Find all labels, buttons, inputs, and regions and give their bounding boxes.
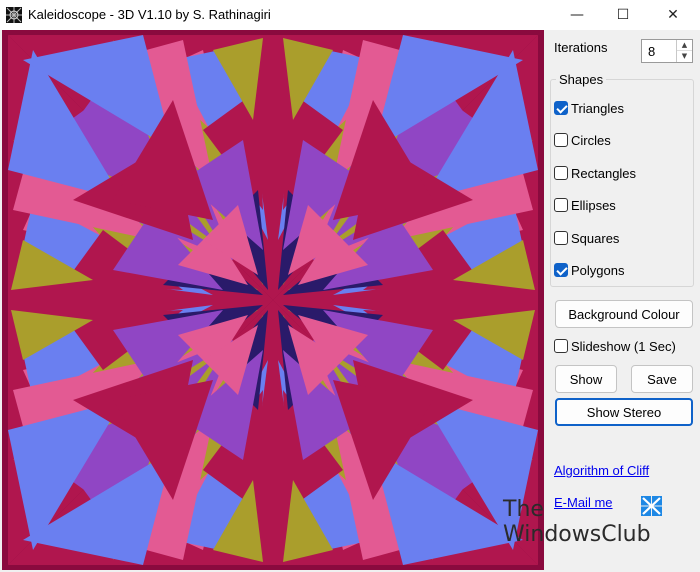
windows-logo-icon	[641, 496, 662, 516]
close-button[interactable]: ✕	[650, 0, 696, 30]
spinner-buttons: ▲ ▼	[676, 40, 692, 62]
watermark-line1: The	[503, 497, 544, 522]
shapes-group-title: Shapes	[556, 72, 607, 87]
spin-up-icon[interactable]: ▲	[677, 40, 692, 51]
maximize-button[interactable]: ☐	[600, 0, 646, 30]
show-stereo-button[interactable]: Show Stereo	[555, 398, 693, 426]
email-link[interactable]: E-Mail me	[554, 495, 613, 510]
minimize-icon: —	[570, 7, 584, 23]
iterations-value[interactable]: 8	[648, 44, 655, 59]
spin-down-icon[interactable]: ▼	[677, 51, 692, 62]
triangles-checkbox[interactable]	[554, 101, 568, 115]
iterations-spinner[interactable]: 8 ▲ ▼	[641, 39, 693, 63]
ellipses-label[interactable]: Ellipses	[571, 198, 616, 213]
kaleidoscope-image	[2, 30, 544, 570]
kaleidoscope-app-icon	[6, 7, 22, 23]
polygons-label[interactable]: Polygons	[571, 263, 624, 278]
save-button[interactable]: Save	[631, 365, 693, 393]
rectangles-checkbox[interactable]	[554, 166, 568, 180]
triangles-label[interactable]: Triangles	[571, 101, 624, 116]
kaleidoscope-canvas[interactable]	[2, 30, 544, 570]
background-colour-button[interactable]: Background Colour	[555, 300, 693, 328]
polygons-checkbox[interactable]	[554, 263, 568, 277]
window-title: Kaleidoscope - 3D V1.10 by S. Rathinagir…	[28, 7, 271, 22]
watermark-line2: WindowsClub	[503, 522, 651, 547]
rectangles-label[interactable]: Rectangles	[571, 166, 636, 181]
slideshow-checkbox[interactable]	[554, 339, 568, 353]
squares-label[interactable]: Squares	[571, 231, 619, 246]
circles-label[interactable]: Circles	[571, 133, 611, 148]
show-button[interactable]: Show	[555, 365, 617, 393]
algorithm-link[interactable]: Algorithm of Cliff	[554, 463, 649, 478]
title-bar: Kaleidoscope - 3D V1.10 by S. Rathinagir…	[0, 0, 700, 30]
minimize-button[interactable]: —	[554, 0, 600, 30]
iterations-label: Iterations	[554, 40, 608, 55]
close-icon: ✕	[667, 7, 679, 23]
squares-checkbox[interactable]	[554, 231, 568, 245]
circles-checkbox[interactable]	[554, 133, 568, 147]
ellipses-checkbox[interactable]	[554, 198, 568, 212]
slideshow-label[interactable]: Slideshow (1 Sec)	[571, 339, 676, 354]
maximize-icon: ☐	[616, 7, 630, 23]
